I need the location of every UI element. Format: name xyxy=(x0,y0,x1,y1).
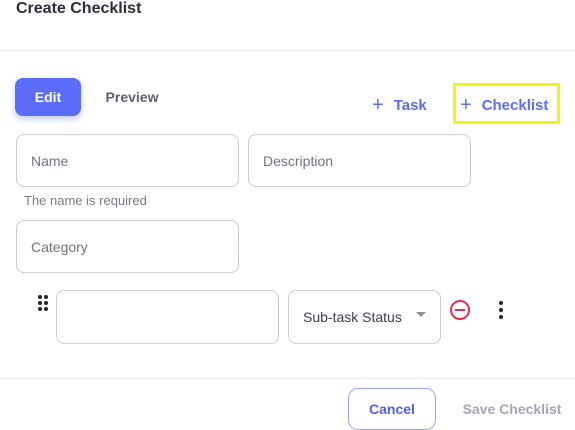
name-field[interactable]: Name xyxy=(16,134,239,187)
preview-tab-button[interactable]: Preview xyxy=(96,78,168,116)
subtask-status-value: Sub-task Status xyxy=(303,309,402,325)
plus-icon: + xyxy=(372,94,384,116)
description-field[interactable]: Description xyxy=(248,134,471,187)
footer-divider xyxy=(0,378,575,379)
dialog-title: Create Checklist xyxy=(16,0,142,17)
name-error-text: The name is required xyxy=(24,193,147,208)
more-options-icon[interactable] xyxy=(498,301,504,319)
name-placeholder: Name xyxy=(31,152,69,169)
remove-subtask-icon[interactable] xyxy=(450,300,470,320)
subtask-name-input[interactable] xyxy=(56,290,279,344)
chevron-down-icon xyxy=(416,312,426,317)
add-task-label: Task xyxy=(393,96,427,114)
cancel-button[interactable]: Cancel xyxy=(348,388,436,430)
subtask-status-select[interactable]: Sub-task Status xyxy=(288,290,441,344)
header-divider xyxy=(0,50,575,51)
description-placeholder: Description xyxy=(263,152,334,169)
save-checklist-button[interactable]: Save Checklist xyxy=(452,388,572,430)
add-task-button[interactable]: + Task xyxy=(372,90,427,120)
highlight-box xyxy=(453,83,560,124)
category-field[interactable]: Category xyxy=(16,220,239,273)
edit-tab-button[interactable]: Edit xyxy=(15,78,81,116)
category-placeholder: Category xyxy=(31,238,88,255)
drag-handle-icon[interactable] xyxy=(38,295,48,311)
